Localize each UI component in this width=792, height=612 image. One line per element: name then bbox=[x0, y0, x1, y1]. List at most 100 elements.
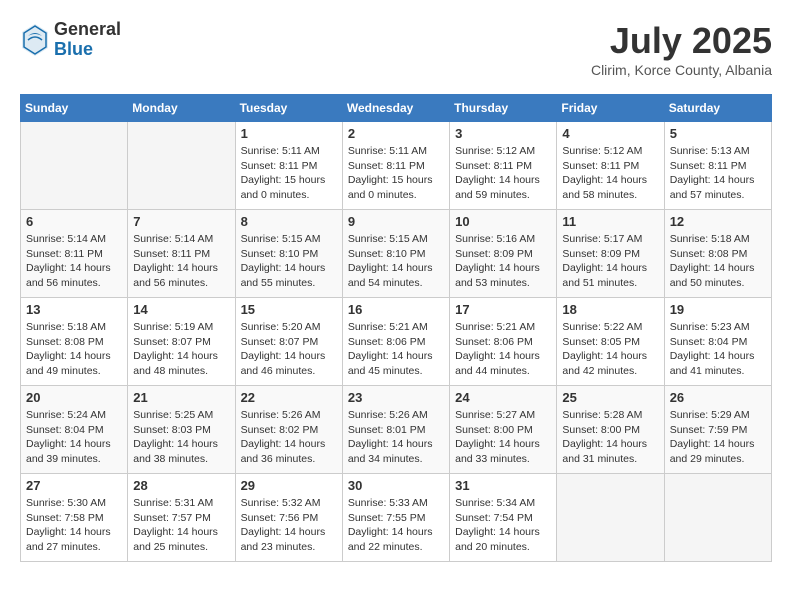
day-number: 12 bbox=[670, 214, 766, 229]
calendar-cell: 6 Sunrise: 5:14 AM Sunset: 8:11 PM Daylig… bbox=[21, 210, 128, 298]
day-info: Sunrise: 5:12 AM Sunset: 8:11 PM Dayligh… bbox=[455, 144, 551, 203]
day-info: Sunrise: 5:27 AM Sunset: 8:00 PM Dayligh… bbox=[455, 408, 551, 467]
day-number: 31 bbox=[455, 478, 551, 493]
day-number: 20 bbox=[26, 390, 122, 405]
calendar-cell: 11Sunrise: 5:17 AM Sunset: 8:09 PM Dayli… bbox=[557, 210, 664, 298]
calendar-cell: 14 Sunrise: 5:19 AM Sunset: 8:07 PM Dayli… bbox=[128, 298, 235, 386]
day-info: Sunrise: 5:33 AM Sunset: 7:55 PM Dayligh… bbox=[348, 496, 444, 555]
calendar-cell: 18 Sunrise: 5:22 AM Sunset: 8:05 PM Dayli… bbox=[557, 298, 664, 386]
calendar-cell: 25Sunrise: 5:28 AM Sunset: 8:00 PM Dayli… bbox=[557, 386, 664, 474]
calendar-cell: 7 Sunrise: 5:14 AM Sunset: 8:11 PM Daylig… bbox=[128, 210, 235, 298]
day-info: Sunrise: 5:19 AM Sunset: 8:07 PM Dayligh… bbox=[133, 320, 229, 379]
day-number: 17 bbox=[455, 302, 551, 317]
day-info: Sunrise: 5:24 AM Sunset: 8:04 PM Dayligh… bbox=[26, 408, 122, 467]
day-info: Sunrise: 5:34 AM Sunset: 7:54 PM Dayligh… bbox=[455, 496, 551, 555]
day-number: 22 bbox=[241, 390, 337, 405]
day-number: 26 bbox=[670, 390, 766, 405]
day-number: 9 bbox=[348, 214, 444, 229]
day-info: Sunrise: 5:30 AM Sunset: 7:58 PM Dayligh… bbox=[26, 496, 122, 555]
day-number: 10 bbox=[455, 214, 551, 229]
day-info: Sunrise: 5:11 AM Sunset: 8:11 PM Dayligh… bbox=[241, 144, 337, 203]
day-number: 3 bbox=[455, 126, 551, 141]
location-subtitle: Clirim, Korce County, Albania bbox=[591, 62, 772, 78]
day-number: 29 bbox=[241, 478, 337, 493]
day-info: Sunrise: 5:14 AM Sunset: 8:11 PM Dayligh… bbox=[133, 232, 229, 291]
calendar-cell: 16Sunrise: 5:21 AM Sunset: 8:06 PM Dayli… bbox=[342, 298, 449, 386]
calendar-cell: 9 Sunrise: 5:15 AM Sunset: 8:10 PM Daylig… bbox=[342, 210, 449, 298]
day-number: 13 bbox=[26, 302, 122, 317]
day-number: 15 bbox=[241, 302, 337, 317]
day-info: Sunrise: 5:32 AM Sunset: 7:56 PM Dayligh… bbox=[241, 496, 337, 555]
day-number: 23 bbox=[348, 390, 444, 405]
day-number: 21 bbox=[133, 390, 229, 405]
day-number: 28 bbox=[133, 478, 229, 493]
day-number: 19 bbox=[670, 302, 766, 317]
calendar-cell bbox=[21, 122, 128, 210]
calendar-cell: 29 Sunrise: 5:32 AM Sunset: 7:56 PM Dayli… bbox=[235, 474, 342, 562]
calendar-cell: 10Sunrise: 5:16 AM Sunset: 8:09 PM Dayli… bbox=[450, 210, 557, 298]
day-info: Sunrise: 5:13 AM Sunset: 8:11 PM Dayligh… bbox=[670, 144, 766, 203]
day-number: 1 bbox=[241, 126, 337, 141]
day-number: 7 bbox=[133, 214, 229, 229]
weekday-header-thursday: Thursday bbox=[450, 95, 557, 122]
month-title: July 2025 bbox=[591, 20, 772, 62]
day-info: Sunrise: 5:31 AM Sunset: 7:57 PM Dayligh… bbox=[133, 496, 229, 555]
day-info: Sunrise: 5:18 AM Sunset: 8:08 PM Dayligh… bbox=[26, 320, 122, 379]
page-header: General Blue July 2025 Clirim, Korce Cou… bbox=[20, 20, 772, 78]
day-info: Sunrise: 5:25 AM Sunset: 8:03 PM Dayligh… bbox=[133, 408, 229, 467]
weekday-header-wednesday: Wednesday bbox=[342, 95, 449, 122]
weekday-header-friday: Friday bbox=[557, 95, 664, 122]
day-number: 27 bbox=[26, 478, 122, 493]
calendar-cell: 31 Sunrise: 5:34 AM Sunset: 7:54 PM Dayli… bbox=[450, 474, 557, 562]
logo-text: General Blue bbox=[54, 20, 121, 60]
weekday-header-row: SundayMondayTuesdayWednesdayThursdayFrid… bbox=[21, 95, 772, 122]
calendar-cell: 19Sunrise: 5:23 AM Sunset: 8:04 PM Dayli… bbox=[664, 298, 771, 386]
week-row-4: 20 Sunrise: 5:24 AM Sunset: 8:04 PM Dayli… bbox=[21, 386, 772, 474]
calendar-cell: 15 Sunrise: 5:20 AM Sunset: 8:07 PM Dayli… bbox=[235, 298, 342, 386]
calendar-cell: 5 Sunrise: 5:13 AM Sunset: 8:11 PM Daylig… bbox=[664, 122, 771, 210]
day-info: Sunrise: 5:21 AM Sunset: 8:06 PM Dayligh… bbox=[455, 320, 551, 379]
calendar-cell bbox=[664, 474, 771, 562]
day-number: 14 bbox=[133, 302, 229, 317]
calendar-cell: 21 Sunrise: 5:25 AM Sunset: 8:03 PM Dayli… bbox=[128, 386, 235, 474]
calendar-cell: 17 Sunrise: 5:21 AM Sunset: 8:06 PM Dayli… bbox=[450, 298, 557, 386]
calendar-cell bbox=[128, 122, 235, 210]
day-info: Sunrise: 5:14 AM Sunset: 8:11 PM Dayligh… bbox=[26, 232, 122, 291]
calendar-cell: 1 Sunrise: 5:11 AM Sunset: 8:11 PM Daylig… bbox=[235, 122, 342, 210]
title-block: July 2025 Clirim, Korce County, Albania bbox=[591, 20, 772, 78]
calendar-cell: 27 Sunrise: 5:30 AM Sunset: 7:58 PM Dayli… bbox=[21, 474, 128, 562]
day-info: Sunrise: 5:11 AM Sunset: 8:11 PM Dayligh… bbox=[348, 144, 444, 203]
logo-blue: Blue bbox=[54, 40, 121, 60]
day-number: 6 bbox=[26, 214, 122, 229]
calendar-cell: 4Sunrise: 5:12 AM Sunset: 8:11 PM Daylig… bbox=[557, 122, 664, 210]
calendar-cell: 20 Sunrise: 5:24 AM Sunset: 8:04 PM Dayli… bbox=[21, 386, 128, 474]
calendar-cell: 3 Sunrise: 5:12 AM Sunset: 8:11 PM Daylig… bbox=[450, 122, 557, 210]
day-number: 4 bbox=[562, 126, 658, 141]
weekday-header-sunday: Sunday bbox=[21, 95, 128, 122]
calendar-cell: 30 Sunrise: 5:33 AM Sunset: 7:55 PM Dayli… bbox=[342, 474, 449, 562]
day-info: Sunrise: 5:17 AM Sunset: 8:09 PM Dayligh… bbox=[562, 232, 658, 291]
day-info: Sunrise: 5:20 AM Sunset: 8:07 PM Dayligh… bbox=[241, 320, 337, 379]
day-number: 18 bbox=[562, 302, 658, 317]
logo-general: General bbox=[54, 20, 121, 40]
calendar-cell: 2Sunrise: 5:11 AM Sunset: 8:11 PM Daylig… bbox=[342, 122, 449, 210]
day-number: 30 bbox=[348, 478, 444, 493]
calendar-cell: 22 Sunrise: 5:26 AM Sunset: 8:02 PM Dayli… bbox=[235, 386, 342, 474]
day-info: Sunrise: 5:15 AM Sunset: 8:10 PM Dayligh… bbox=[348, 232, 444, 291]
calendar-cell: 8Sunrise: 5:15 AM Sunset: 8:10 PM Daylig… bbox=[235, 210, 342, 298]
week-row-2: 6 Sunrise: 5:14 AM Sunset: 8:11 PM Daylig… bbox=[21, 210, 772, 298]
calendar-cell bbox=[557, 474, 664, 562]
day-info: Sunrise: 5:22 AM Sunset: 8:05 PM Dayligh… bbox=[562, 320, 658, 379]
week-row-1: 1 Sunrise: 5:11 AM Sunset: 8:11 PM Daylig… bbox=[21, 122, 772, 210]
logo-icon bbox=[20, 22, 50, 58]
day-number: 5 bbox=[670, 126, 766, 141]
day-info: Sunrise: 5:26 AM Sunset: 8:02 PM Dayligh… bbox=[241, 408, 337, 467]
day-number: 24 bbox=[455, 390, 551, 405]
weekday-header-monday: Monday bbox=[128, 95, 235, 122]
week-row-3: 13 Sunrise: 5:18 AM Sunset: 8:08 PM Dayli… bbox=[21, 298, 772, 386]
day-info: Sunrise: 5:29 AM Sunset: 7:59 PM Dayligh… bbox=[670, 408, 766, 467]
day-number: 25 bbox=[562, 390, 658, 405]
weekday-header-tuesday: Tuesday bbox=[235, 95, 342, 122]
day-number: 16 bbox=[348, 302, 444, 317]
day-info: Sunrise: 5:15 AM Sunset: 8:10 PM Dayligh… bbox=[241, 232, 337, 291]
